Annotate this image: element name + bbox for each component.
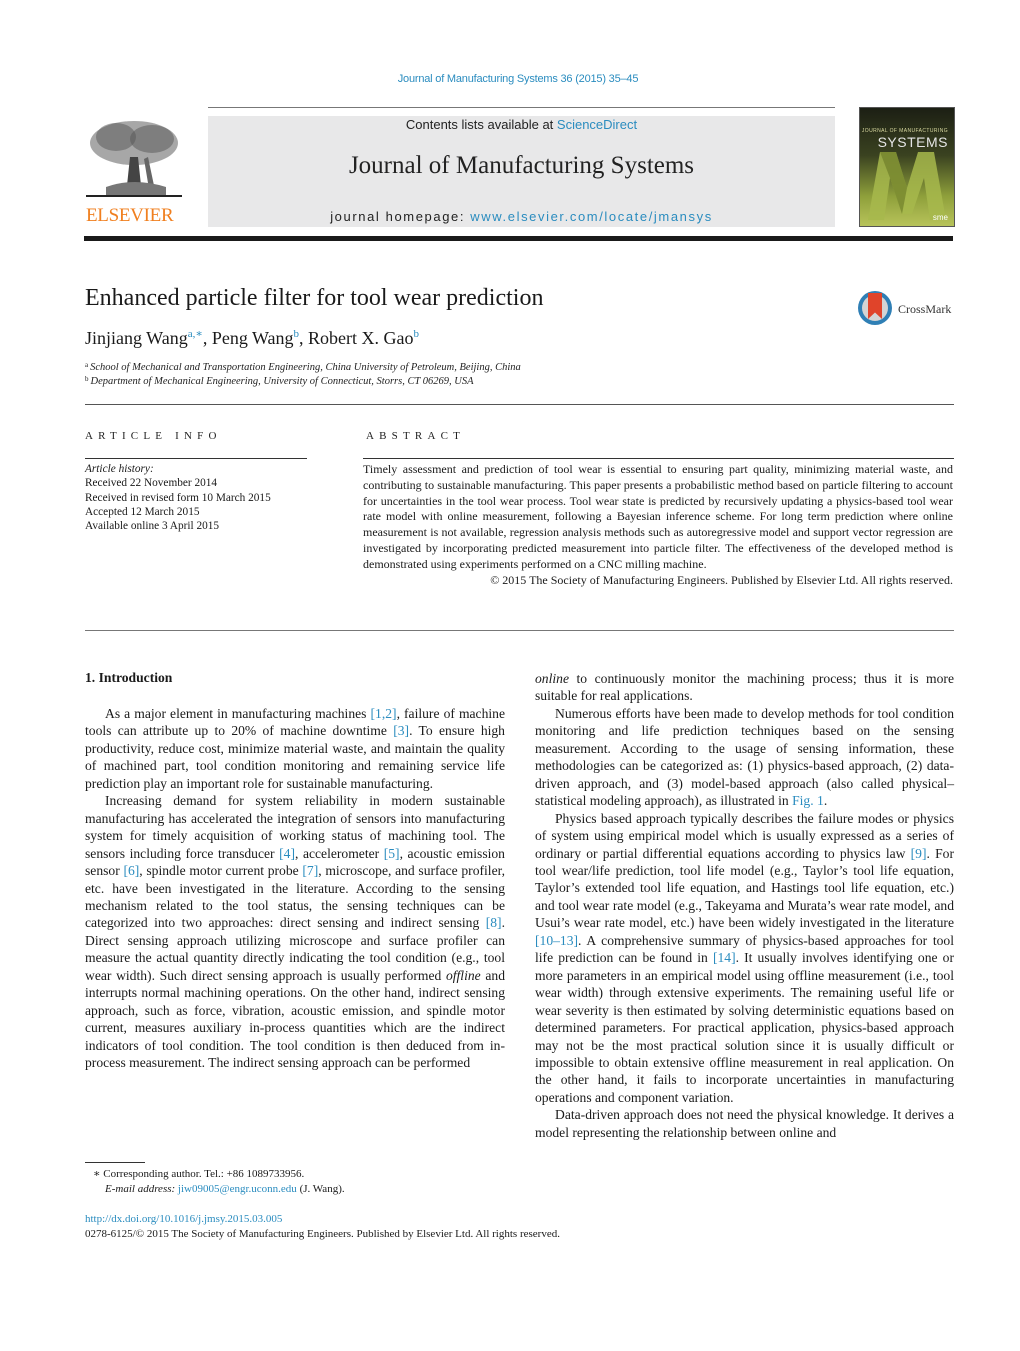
emphasis: offline — [445, 967, 481, 983]
corresponding-author-footnote: ∗ Corresponding author. Tel.: +86 108973… — [93, 1167, 345, 1196]
title-divider — [85, 404, 954, 405]
cover-sme-badge: sme — [932, 213, 948, 222]
email-label: E-mail address: — [105, 1182, 178, 1195]
cover-m-graphic-icon — [868, 152, 946, 220]
contents-prefix: Contents lists available at — [405, 117, 557, 132]
author-separator: , — [299, 328, 309, 348]
affiliation-b: b Department of Mechanical Engineering, U… — [85, 375, 474, 387]
history-label: Article history: — [85, 463, 154, 475]
section-heading-introduction: 1. Introduction — [85, 670, 173, 685]
text: to continuously monitor the machining pr… — [535, 671, 954, 704]
crossmark-button[interactable]: CrossMark — [858, 291, 958, 329]
footnote-rule — [85, 1162, 145, 1163]
header-top-rule — [208, 107, 835, 108]
paragraph: As a major element in manufacturing mach… — [85, 705, 505, 792]
paragraph: online to continuously monitor the machi… — [535, 670, 954, 705]
elsevier-tree-icon — [86, 117, 182, 197]
journal-reference-link[interactable]: Journal of Manufacturing Systems 36 (201… — [0, 73, 1020, 85]
paragraph: Physics based approach typically describ… — [535, 810, 954, 1107]
citation-link[interactable]: [3] — [393, 723, 409, 738]
body-column-left: As a major element in manufacturing mach… — [85, 705, 505, 1072]
text: Numerous efforts have been made to devel… — [535, 705, 954, 809]
text: . It usually involves identifying one or… — [535, 950, 954, 1105]
text: Data-driven approach does not need the p… — [535, 1107, 954, 1140]
citation-link[interactable]: [1,2] — [371, 706, 397, 721]
crossmark-icon — [858, 291, 892, 325]
history-accepted: Accepted 12 March 2015 — [85, 505, 200, 518]
footnote-text: Corresponding author. Tel.: +86 10897339… — [100, 1168, 305, 1180]
header-thick-rule — [84, 236, 953, 241]
figure-link[interactable]: Fig. 1 — [792, 793, 824, 808]
article-title: Enhanced particle filter for tool wear p… — [85, 285, 544, 311]
article-info-heading: ARTICLE INFO — [85, 430, 222, 442]
citation-link[interactable]: [8] — [486, 915, 502, 930]
text: . — [823, 793, 828, 809]
author-affiliation-link[interactable]: b — [414, 328, 420, 340]
doi-block: http://dx.doi.org/10.1016/j.jmsy.2015.03… — [85, 1212, 560, 1241]
body-column-right: online to continuously monitor the machi… — [535, 670, 954, 1141]
author-affiliation-link[interactable]: a,∗ — [188, 328, 203, 340]
homepage-line: journal homepage: www.elsevier.com/locat… — [208, 209, 835, 224]
affiliation-mark: a — [85, 361, 89, 369]
affiliation-text: School of Mechanical and Transportation … — [90, 362, 521, 373]
citation-link[interactable]: [6] — [123, 863, 139, 878]
doi-link[interactable]: http://dx.doi.org/10.1016/j.jmsy.2015.03… — [85, 1213, 282, 1225]
citation-link[interactable]: [14] — [713, 950, 736, 965]
text: , spindle motor current probe — [139, 863, 303, 879]
article-info-rule — [85, 458, 307, 459]
homepage-prefix: journal homepage: — [330, 209, 471, 224]
author-name[interactable]: Jinjiang Wang — [85, 328, 188, 348]
citation-link[interactable]: [5] — [384, 846, 400, 861]
author-name[interactable]: Peng Wang — [212, 328, 294, 348]
abstract-rule — [363, 458, 954, 459]
issn-copyright: 0278-6125/© 2015 The Society of Manufact… — [85, 1227, 560, 1240]
text: Physics based approach typically describ… — [535, 810, 954, 861]
text: and interrupts normal machining operatio… — [85, 967, 505, 1071]
journal-title: Journal of Manufacturing Systems — [348, 152, 695, 179]
journal-banner: Contents lists available at ScienceDirec… — [208, 116, 835, 227]
paragraph: Increasing demand for system reliability… — [85, 792, 505, 1071]
abstract-body: Timely assessment and prediction of tool… — [363, 462, 953, 588]
text: As a major element in manufacturing mach… — [105, 706, 371, 721]
author-separator: , — [202, 328, 212, 348]
crossmark-label: CrossMark — [898, 302, 952, 316]
text: , accelerometer — [295, 845, 384, 861]
abstract-text: Timely assessment and prediction of tool… — [363, 462, 953, 571]
abstract-copyright: © 2015 The Society of Manufacturing Engi… — [490, 572, 953, 587]
affiliation-a: a School of Mechanical and Transportation… — [85, 361, 521, 373]
elsevier-logo[interactable]: ELSEVIER — [84, 115, 188, 227]
sciencedirect-link[interactable]: ScienceDirect — [557, 117, 637, 132]
citation-link[interactable]: [4] — [279, 846, 295, 861]
elsevier-wordmark: ELSEVIER — [86, 205, 174, 226]
email-suffix: (J. Wang). — [296, 1182, 345, 1195]
citation-link[interactable]: [7] — [302, 863, 318, 878]
journal-cover-image[interactable]: JOURNAL OF MANUFACTURING SYSTEMS sme — [859, 107, 955, 227]
contents-line: Contents lists available at ScienceDirec… — [208, 117, 835, 132]
citation-link[interactable]: [9] — [911, 846, 927, 861]
citation-link[interactable]: [10–13] — [535, 933, 578, 948]
affiliation-mark: b — [85, 375, 89, 383]
abstract-bottom-divider — [85, 630, 954, 631]
paragraph: Numerous efforts have been made to devel… — [535, 705, 954, 810]
paragraph: Data-driven approach does not need the p… — [535, 1106, 954, 1141]
article-history: Article history: Received 22 November 20… — [85, 462, 271, 533]
author-list: Jinjiang Wanga,∗, Peng Wang b, Robert X. … — [85, 327, 419, 349]
history-received: Received 22 November 2014 — [85, 477, 218, 490]
author-name[interactable]: Robert X. Gao — [308, 328, 413, 348]
journal-homepage-link[interactable]: www.elsevier.com/locate/jmansys — [470, 209, 713, 224]
affiliation-text: Department of Mechanical Engineering, Un… — [90, 376, 474, 387]
author-email-link[interactable]: jiw09005@engr.uconn.edu — [178, 1183, 297, 1195]
history-online: Available online 3 April 2015 — [85, 520, 220, 533]
history-revised: Received in revised form 10 March 2015 — [85, 491, 271, 504]
emphasis: online — [535, 671, 569, 686]
abstract-heading: ABSTRACT — [366, 430, 466, 442]
